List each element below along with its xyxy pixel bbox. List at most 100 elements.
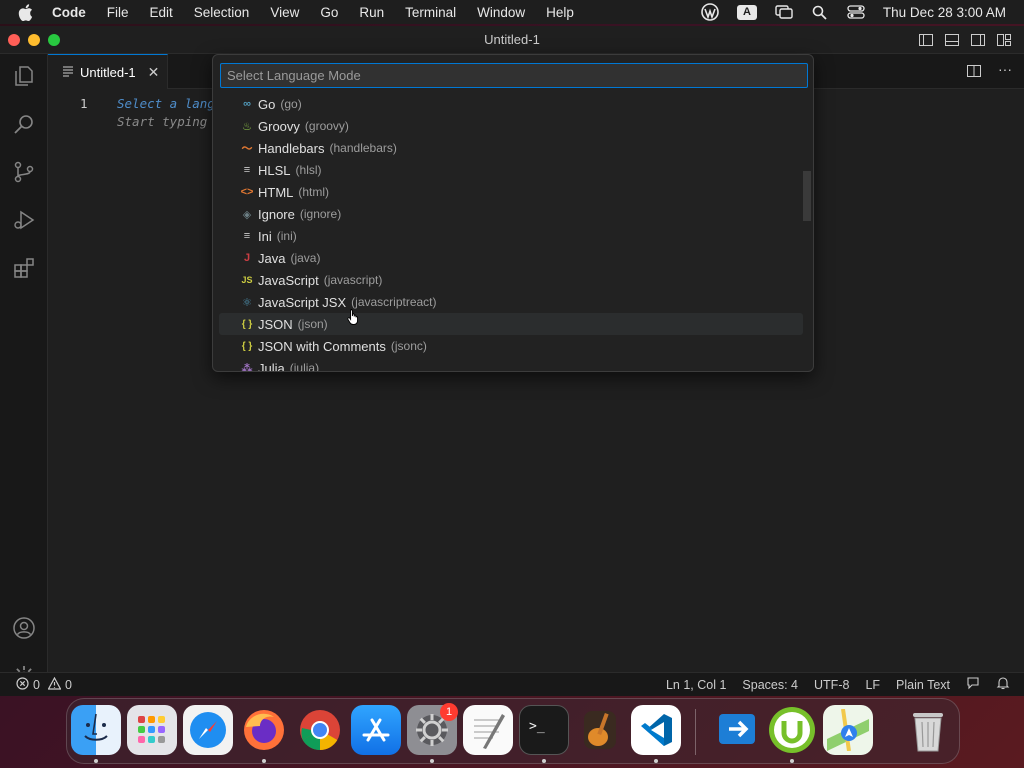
macos-menu-bar: Code File Edit Selection View Go Run Ter… xyxy=(0,0,1024,24)
error-icon xyxy=(16,676,29,693)
menu-file[interactable]: File xyxy=(107,5,129,20)
safari-icon[interactable] xyxy=(183,705,233,755)
toggle-secondary-sidebar-icon[interactable] xyxy=(970,32,986,48)
window-title: Untitled-1 xyxy=(484,32,540,47)
editor-hint-line2: Start typing xyxy=(117,114,208,129)
launchpad-icon[interactable] xyxy=(127,705,177,755)
language-option-hlsl[interactable]: ≡ HLSL (hlsl) xyxy=(219,159,803,181)
quick-pick-scrollbar[interactable] xyxy=(803,171,811,221)
tab-label: Untitled-1 xyxy=(80,64,136,80)
error-count: 0 xyxy=(33,677,40,692)
utorrent-icon[interactable] xyxy=(767,705,817,755)
language-option-groovy[interactable]: ♨ Groovy (groovy) xyxy=(219,115,803,137)
menu-terminal[interactable]: Terminal xyxy=(405,5,456,20)
language-option-go[interactable]: ∞ Go (go) xyxy=(219,93,803,115)
language-name: HTML xyxy=(258,184,294,200)
lines-icon: ≡ xyxy=(243,164,251,176)
json-icon: { } xyxy=(241,318,253,330)
migration-assistant-icon[interactable] xyxy=(713,705,763,755)
input-source-badge[interactable]: A xyxy=(736,4,757,20)
end-of-line[interactable]: LF xyxy=(865,678,880,692)
language-mode-quick-pick: ∞ Go (go) ♨ Groovy (groovy) 〜 Handlebars (handle… xyxy=(212,54,814,372)
language-option-javascript-jsx[interactable]: ⚛ JavaScript JSX (javascriptreact) xyxy=(219,291,803,313)
macos-dock: 1 >_ xyxy=(66,698,960,764)
editor-hint-line1[interactable]: Select a lang xyxy=(117,96,215,111)
garageband-icon[interactable] xyxy=(575,705,625,755)
language-option-javascript[interactable]: JS JavaScript (javascript) xyxy=(219,269,803,291)
encoding[interactable]: UTF-8 xyxy=(814,678,849,692)
svg-text:>_: >_ xyxy=(529,719,545,734)
problems-indicator[interactable]: 0 0 xyxy=(16,676,72,693)
language-option-java[interactable]: J Java (java) xyxy=(219,247,803,269)
status-right-items: Ln 1, Col 1 Spaces: 4 UTF-8 LF Plain Tex… xyxy=(666,676,1010,693)
wordpress-icon[interactable] xyxy=(701,3,719,21)
language-option-handlebars[interactable]: 〜 Handlebars (handlebars) xyxy=(219,137,803,159)
extensions-icon[interactable] xyxy=(12,256,36,280)
textedit-icon[interactable] xyxy=(463,705,513,755)
more-actions-icon[interactable]: ··· xyxy=(998,62,1012,82)
toggle-panel-icon[interactable] xyxy=(944,32,960,48)
menu-edit[interactable]: Edit xyxy=(150,5,173,20)
app-store-icon[interactable] xyxy=(351,705,401,755)
groovy-icon: ♨ xyxy=(242,120,252,133)
language-id: (go) xyxy=(280,97,302,111)
language-option-julia[interactable]: ⁂ Julia (julia) xyxy=(219,357,803,372)
menubar-clock[interactable]: Thu Dec 28 3:00 AM xyxy=(883,5,1006,20)
json-icon: { } xyxy=(241,340,253,352)
handlebars-icon: 〜 xyxy=(241,143,253,155)
language-option-json-with-comments[interactable]: { } JSON with Comments (jsonc) xyxy=(219,335,803,357)
running-indicator xyxy=(94,759,98,763)
run-debug-icon[interactable] xyxy=(12,208,36,232)
chrome-icon[interactable] xyxy=(295,705,345,755)
split-editor-icon[interactable] xyxy=(966,63,982,82)
explorer-icon[interactable] xyxy=(12,64,36,88)
language-search-input[interactable] xyxy=(220,63,808,88)
language-id: (ignore) xyxy=(299,207,342,221)
vscode-window: Untitled-1 1 xyxy=(0,26,1024,696)
notifications-bell-icon[interactable] xyxy=(996,676,1010,693)
language-mode[interactable]: Plain Text xyxy=(896,678,950,692)
warning-icon xyxy=(47,676,62,693)
source-control-icon[interactable] xyxy=(12,160,36,184)
close-tab-icon[interactable]: ✕ xyxy=(148,64,160,81)
language-option-ignore[interactable]: ◈ Ignore (ignore) xyxy=(219,203,803,225)
menu-run[interactable]: Run xyxy=(359,5,384,20)
menu-code[interactable]: Code xyxy=(52,5,86,20)
screen-mirroring-icon[interactable] xyxy=(775,3,793,21)
toggle-primary-sidebar-icon[interactable] xyxy=(918,32,934,48)
running-indicator xyxy=(790,759,794,763)
language-name: Handlebars xyxy=(258,140,325,156)
language-option-ini[interactable]: ≡ Ini (ini) xyxy=(219,225,803,247)
trash-icon[interactable] xyxy=(903,705,953,755)
firefox-icon[interactable] xyxy=(239,705,289,755)
language-option-html[interactable]: <> HTML (html) xyxy=(219,181,803,203)
js-icon: JS xyxy=(241,275,253,285)
customize-layout-icon[interactable] xyxy=(996,32,1012,48)
search-icon[interactable] xyxy=(12,112,36,136)
indentation[interactable]: Spaces: 4 xyxy=(742,678,798,692)
vscode-icon[interactable] xyxy=(631,705,681,755)
control-center-icon[interactable] xyxy=(847,3,865,21)
menu-help[interactable]: Help xyxy=(546,5,574,20)
terminal-icon[interactable]: >_ xyxy=(519,705,569,755)
julia-icon: ⁂ xyxy=(241,362,253,372)
menu-go[interactable]: Go xyxy=(320,5,338,20)
language-name: Ini xyxy=(258,228,272,244)
cursor-position[interactable]: Ln 1, Col 1 xyxy=(666,678,726,692)
tab-untitled-1[interactable]: Untitled-1 ✕ xyxy=(48,54,168,89)
accounts-icon[interactable] xyxy=(12,616,36,640)
spotlight-search-icon[interactable] xyxy=(811,3,829,21)
menu-selection[interactable]: Selection xyxy=(194,5,250,20)
title-bar: Untitled-1 xyxy=(0,26,1024,54)
finder-icon[interactable] xyxy=(71,705,121,755)
lines-icon: ≡ xyxy=(243,230,251,242)
apple-menu-icon[interactable] xyxy=(18,3,34,21)
feedback-icon[interactable] xyxy=(966,676,980,693)
notification-badge: 1 xyxy=(440,703,458,721)
menu-view[interactable]: View xyxy=(270,5,299,20)
language-name: Julia xyxy=(258,360,285,372)
language-option-json[interactable]: { } JSON (json) xyxy=(219,313,803,335)
language-id: (javascriptreact) xyxy=(351,295,437,309)
menu-window[interactable]: Window xyxy=(477,5,525,20)
maps-icon[interactable] xyxy=(823,705,873,755)
